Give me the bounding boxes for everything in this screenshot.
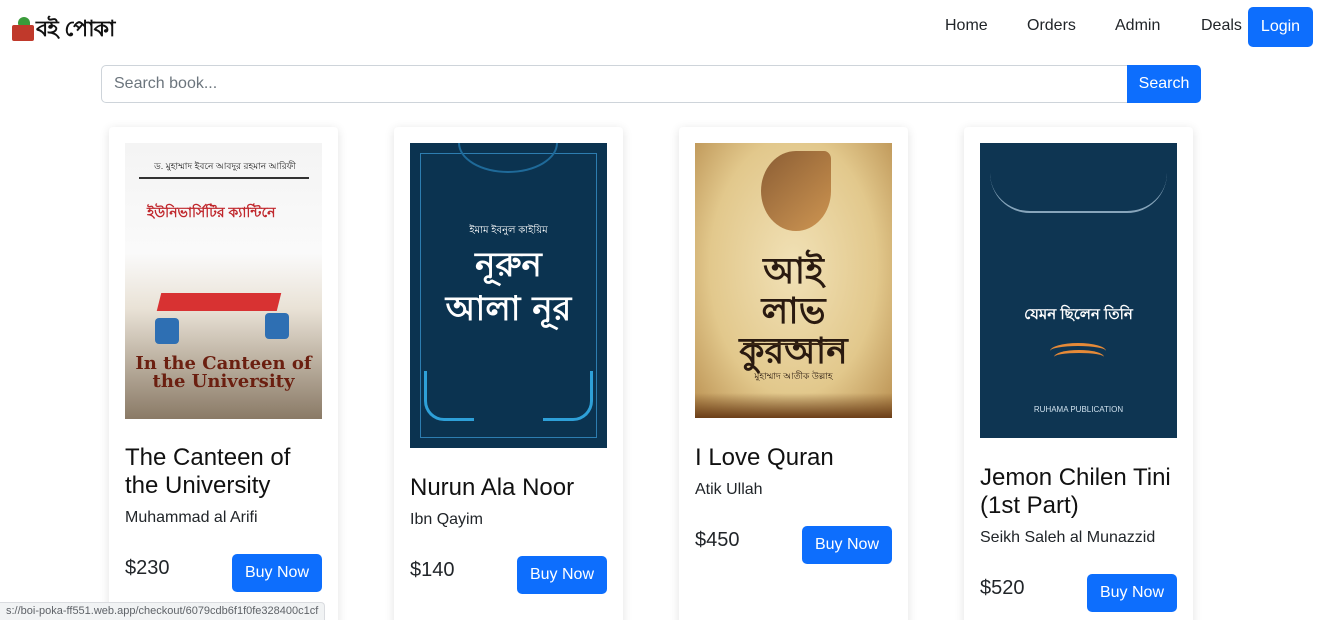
buy-now-button[interactable]: Buy Now (1087, 574, 1177, 612)
cover-author-text: ড. মুহাম্মাদ ইবনে আবদুর রহমান আরিফী (154, 161, 296, 171)
book-cover-image: ইমাম ইবনুল কাইয়িম নূরুন আলা নূর (410, 143, 607, 448)
book-author: Muhammad al Arifi (125, 509, 258, 526)
cover-english-text: In the Canteen of the University (135, 353, 312, 392)
book-title: Jemon Chilen Tini (1st Part) (980, 464, 1171, 519)
search-bar: Search (101, 65, 1201, 103)
book-author: Ibn Qayim (410, 511, 483, 528)
cover-title: ইউনিভার্সিটির ক্যান্টিনে (147, 204, 276, 220)
brand-name: বই পোকা (36, 15, 115, 42)
cover-publisher-text: RUHAMA PUBLICATION (1033, 405, 1124, 414)
brand-logo[interactable]: বই পোকা (12, 14, 115, 46)
book-cover-image: আই লাভ কুরআন মুহাম্মাদ আতীক উল্লাহ (695, 143, 892, 418)
book-cover-image: যেমন ছিলেন তিনি RUHAMA PUBLICATION (980, 143, 1177, 438)
book-title: The Canteen of the University (125, 444, 291, 499)
nav-link-deals[interactable]: Deals (1201, 17, 1242, 35)
cover-title: যেমন ছিলেন তিনি (1024, 306, 1133, 323)
status-bar-url: s://boi-poka-ff551.web.app/checkout/6079… (0, 602, 326, 620)
book-price: $140 (410, 559, 455, 581)
book-card: যেমন ছিলেন তিনি RUHAMA PUBLICATION Jemon… (964, 127, 1193, 620)
buy-now-button[interactable]: Buy Now (517, 556, 607, 594)
book-title: Nurun Ala Noor (410, 474, 575, 501)
book-price: $520 (980, 577, 1025, 599)
cover-author-text: মুহাম্মাদ আতীক উল্লাহ (754, 371, 833, 381)
buy-now-button[interactable]: Buy Now (232, 554, 322, 592)
nav-link-home[interactable]: Home (945, 17, 988, 35)
book-card: আই লাভ কুরআন মুহাম্মাদ আতীক উল্লাহ I Lov… (679, 127, 908, 620)
search-input[interactable] (101, 65, 1128, 103)
login-button[interactable]: Login (1248, 7, 1313, 47)
cover-title: নূরুন আলা নূর (445, 245, 572, 329)
book-price: $230 (125, 557, 170, 579)
cover-title: আই লাভ কুরআন (739, 250, 848, 372)
nav-link-admin[interactable]: Admin (1115, 17, 1160, 35)
book-author: Seikh Saleh al Munazzid (980, 529, 1156, 546)
cover-author-text: ইমাম ইবনুল কাইয়িম (469, 225, 548, 236)
bookworm-logo-icon (12, 17, 34, 43)
buy-now-button[interactable]: Buy Now (802, 526, 892, 564)
book-title: I Love Quran (695, 444, 834, 471)
book-author: Atik Ullah (695, 481, 763, 498)
book-card: ইউনিভার্সিটির ক্যান্টিনে In the Canteen … (109, 127, 338, 620)
book-cover-image: ইউনিভার্সিটির ক্যান্টিনে In the Canteen … (125, 143, 322, 419)
navbar: বই পোকা Home Orders Admin Deals Login (0, 0, 1320, 56)
search-button[interactable]: Search (1127, 65, 1201, 103)
nav-link-orders[interactable]: Orders (1027, 17, 1076, 35)
book-card: ইমাম ইবনুল কাইয়িম নূরুন আলা নূর Nurun A… (394, 127, 623, 620)
book-price: $450 (695, 529, 740, 551)
